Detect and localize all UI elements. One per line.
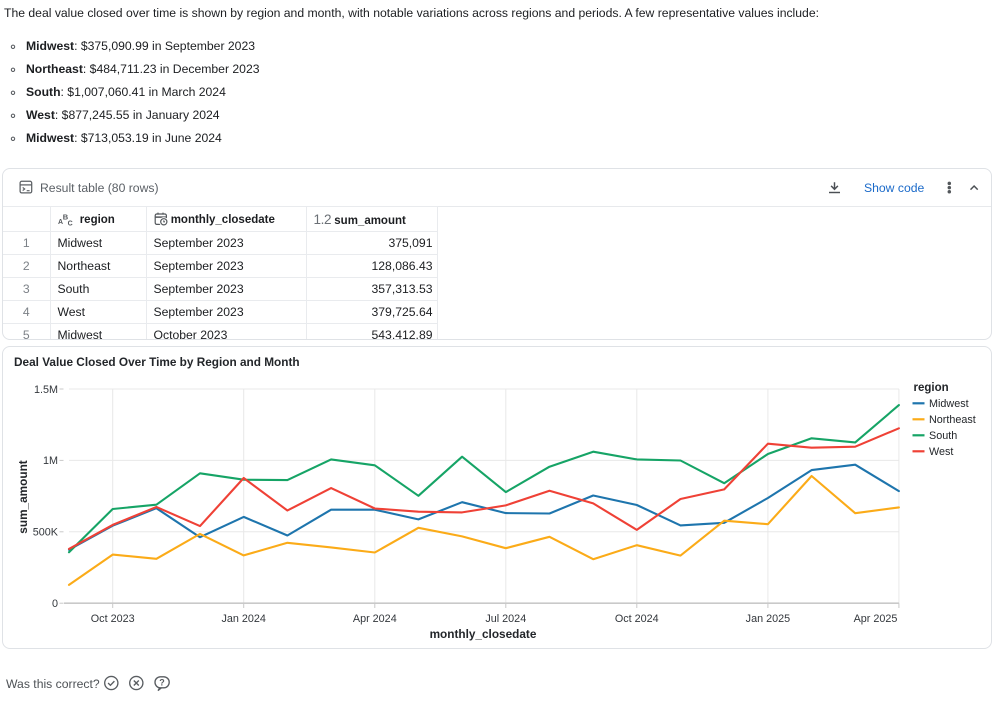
svg-text:Apr 2024: Apr 2024: [353, 613, 397, 625]
svg-text:0: 0: [52, 598, 58, 610]
svg-text:sum_amount: sum_amount: [16, 460, 30, 533]
svg-text:1M: 1M: [43, 455, 58, 467]
svg-text:monthly_closedate: monthly_closedate: [430, 627, 537, 641]
svg-text:500K: 500K: [33, 527, 59, 539]
svg-text:Jan 2024: Jan 2024: [221, 613, 265, 625]
svg-text:West: West: [929, 446, 953, 458]
svg-text:South: South: [929, 430, 957, 442]
svg-text:1.5M: 1.5M: [34, 384, 58, 396]
svg-text:Midwest: Midwest: [929, 398, 969, 410]
svg-text:Northeast: Northeast: [929, 414, 976, 426]
svg-text:region: region: [914, 382, 949, 394]
svg-text:Oct 2023: Oct 2023: [91, 613, 135, 625]
svg-text:Apr 2025: Apr 2025: [854, 613, 898, 625]
svg-text:Oct 2024: Oct 2024: [615, 613, 659, 625]
svg-text:?: ?: [159, 678, 165, 688]
svg-text:Jul 2024: Jul 2024: [485, 613, 526, 625]
svg-text:Jan 2025: Jan 2025: [746, 613, 790, 625]
